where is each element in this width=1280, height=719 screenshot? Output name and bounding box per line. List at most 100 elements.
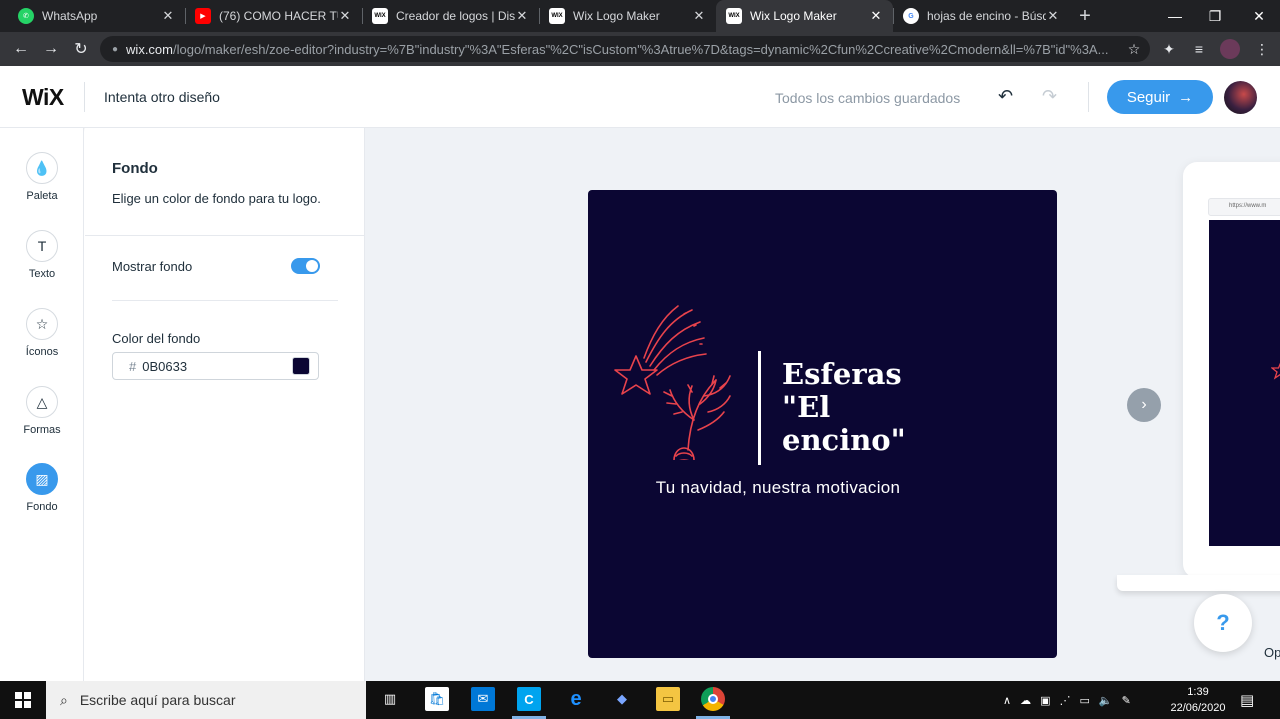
rail-item-íconos[interactable]: ☆ Íconos — [0, 308, 84, 358]
rail-item-label: Formas — [23, 424, 61, 436]
wix-logo[interactable]: WiX — [22, 84, 64, 111]
background-panel: Fondo Elige un color de fondo para tu lo… — [85, 128, 365, 681]
rail-item-paleta[interactable]: 💧 Paleta — [0, 152, 84, 202]
notification-center-icon[interactable]: ▤ — [1240, 681, 1254, 719]
system-clock[interactable]: 1:39 22/06/2020 — [1160, 684, 1236, 716]
tab-title: WhatsApp — [42, 9, 98, 23]
background-color-input[interactable]: # 0B0633 — [112, 352, 319, 380]
windows-start-button[interactable] — [0, 681, 46, 719]
panel-divider — [85, 235, 364, 236]
star-and-oak-branch-icon — [614, 305, 731, 460]
clock-time: 1:39 — [1187, 686, 1209, 698]
show-background-label: Mostrar fondo — [112, 259, 193, 274]
next-button[interactable]: Seguir → — [1107, 80, 1213, 114]
background-icon: ▨ — [26, 463, 58, 495]
mockup-url-bar: https://www.m — [1208, 198, 1280, 216]
logo-brand-name: Esferas "El encino" — [782, 358, 906, 457]
tab-close-icon[interactable]: ✕ — [1046, 8, 1060, 24]
rail-item-label: Texto — [28, 268, 56, 280]
windows-logo-icon — [15, 692, 31, 708]
next-button-label: Seguir — [1126, 88, 1171, 106]
chrome-icon[interactable] — [701, 687, 725, 711]
wifi-icon[interactable]: ⋰ — [1059, 694, 1070, 707]
media-control-icon[interactable]: ≡ — [1185, 32, 1213, 66]
maximize-button[interactable]: ❐ — [1193, 0, 1237, 32]
edge-browser-icon[interactable]: e — [564, 687, 588, 711]
wix-icon: WIX — [549, 8, 565, 24]
rail-item-formas[interactable]: △ Formas — [0, 386, 84, 436]
tab-close-icon[interactable]: ✕ — [161, 8, 175, 24]
brand-line: "El — [782, 390, 831, 424]
browser-tab[interactable]: ▶ (76) COMO HACER TU L✕ — [185, 0, 362, 32]
next-preview-arrow[interactable]: › — [1127, 388, 1161, 422]
arrow-right-icon: → — [1178, 88, 1194, 106]
logo-preview-card[interactable]: Esferas "El encino" Tu navidad, nuestra … — [588, 190, 1057, 658]
system-tray: ∧ ☁ ▣ ⋰ ▭ 🔈 ✎ — [1003, 681, 1131, 719]
show-background-toggle[interactable] — [291, 258, 320, 274]
save-status: Todos los cambios guardados — [775, 90, 961, 106]
tab-list: ✆WhatsApp✕▶(76) COMO HACER TU L✕WIXCread… — [0, 0, 1070, 32]
browser-tab[interactable]: WIX Wix Logo Maker ✕ — [539, 0, 716, 32]
text-icon: T — [26, 230, 58, 262]
reload-button[interactable]: ↻ — [66, 34, 96, 64]
preview-canvas: Esferas "El encino" Tu navidad, nuestra … — [365, 128, 1280, 681]
mockup-star-icon — [1271, 362, 1280, 380]
tab-title: Creador de logos | Dise — [396, 9, 515, 23]
tool-rail: 💧 Paleta T Texto ☆ Íconos △ Formas ▨ Fondo — [0, 128, 84, 681]
bookmark-star-icon[interactable]: ☆ — [1120, 32, 1148, 66]
rail-item-label: Fondo — [26, 501, 58, 513]
profile-avatar[interactable] — [1216, 32, 1244, 66]
pen-icon[interactable]: ✎ — [1122, 694, 1131, 707]
tab-close-icon[interactable]: ✕ — [692, 8, 706, 24]
minimize-button[interactable]: — — [1153, 0, 1197, 32]
tab-close-icon[interactable]: ✕ — [338, 8, 352, 24]
youtube-icon: ▶ — [195, 8, 211, 24]
app-icon[interactable]: ◆ — [610, 687, 634, 711]
store-icon[interactable]: 🛍 — [425, 687, 449, 711]
code-editor-icon[interactable]: C — [517, 687, 541, 711]
chevron-up-icon[interactable]: ∧ — [1003, 694, 1011, 707]
laptop-mockup: https://www.m — [1183, 162, 1280, 578]
mail-icon[interactable]: ✉ — [471, 687, 495, 711]
clock-date: 22/06/2020 — [1170, 702, 1226, 714]
browser-menu-icon[interactable]: ⋮ — [1248, 32, 1276, 66]
tab-close-icon[interactable]: ✕ — [869, 8, 883, 24]
brand-line: encino" — [782, 423, 906, 457]
laptop-mockup-base — [1117, 575, 1280, 591]
star-icon: ☆ — [26, 308, 58, 340]
browser-toolbar: ← → ↻ ● wix.com /logo/maker/esh/zoe-edit… — [0, 32, 1280, 66]
window-close-button[interactable]: ✕ — [1237, 0, 1280, 32]
browser-tab-strip: ✆WhatsApp✕▶(76) COMO HACER TU L✕WIXCread… — [0, 0, 1280, 32]
url-path: /logo/maker/esh/zoe-editor?industry=%7B"… — [173, 41, 1109, 57]
onedrive-icon[interactable]: ☁ — [1020, 694, 1031, 707]
color-swatch[interactable] — [292, 357, 310, 375]
back-button[interactable]: ← — [6, 34, 36, 64]
new-tab-button[interactable]: + — [1070, 0, 1100, 32]
rail-item-texto[interactable]: T Texto — [0, 230, 84, 280]
editor-header: WiX Intenta otro diseño Todos los cambio… — [0, 66, 1280, 128]
redo-icon[interactable]: ↷ — [1042, 86, 1057, 107]
file-explorer-icon[interactable]: ▭ — [656, 687, 680, 711]
mockup-screen — [1209, 220, 1280, 546]
try-another-design-link[interactable]: Intenta otro diseño — [104, 89, 220, 105]
lock-icon: ● — [112, 43, 119, 55]
taskbar-search-box[interactable]: ⌕ Escribe aquí para buscar — [46, 681, 366, 719]
security-icon[interactable]: ▣ — [1040, 694, 1050, 707]
browser-tab[interactable]: Ghojas de encino - Búsq ✕ — [893, 0, 1070, 32]
extensions-icon[interactable]: ✦ — [1155, 32, 1183, 66]
browser-tab[interactable]: WIX Wix Logo Maker ✕ — [716, 0, 893, 32]
rail-item-fondo[interactable]: ▨ Fondo — [0, 463, 84, 513]
forward-button[interactable]: → — [36, 34, 66, 64]
help-button[interactable]: ? — [1194, 594, 1252, 652]
user-avatar[interactable] — [1224, 81, 1257, 114]
browser-tab[interactable]: WIX Creador de logos | Dise ✕ — [362, 0, 539, 32]
tab-close-icon[interactable]: ✕ — [515, 8, 529, 24]
wix-icon: WIX — [372, 8, 388, 24]
battery-icon[interactable]: ▭ — [1079, 694, 1089, 707]
volume-icon[interactable]: 🔈 — [1099, 694, 1113, 707]
tab-title: Wix Logo Maker — [573, 9, 660, 23]
task-view-icon[interactable]: ▥ — [378, 687, 402, 711]
address-bar[interactable]: ● wix.com /logo/maker/esh/zoe-editor?ind… — [100, 36, 1150, 62]
undo-icon[interactable]: ↶ — [998, 86, 1013, 107]
browser-tab[interactable]: ✆ WhatsApp ✕ — [8, 0, 185, 32]
